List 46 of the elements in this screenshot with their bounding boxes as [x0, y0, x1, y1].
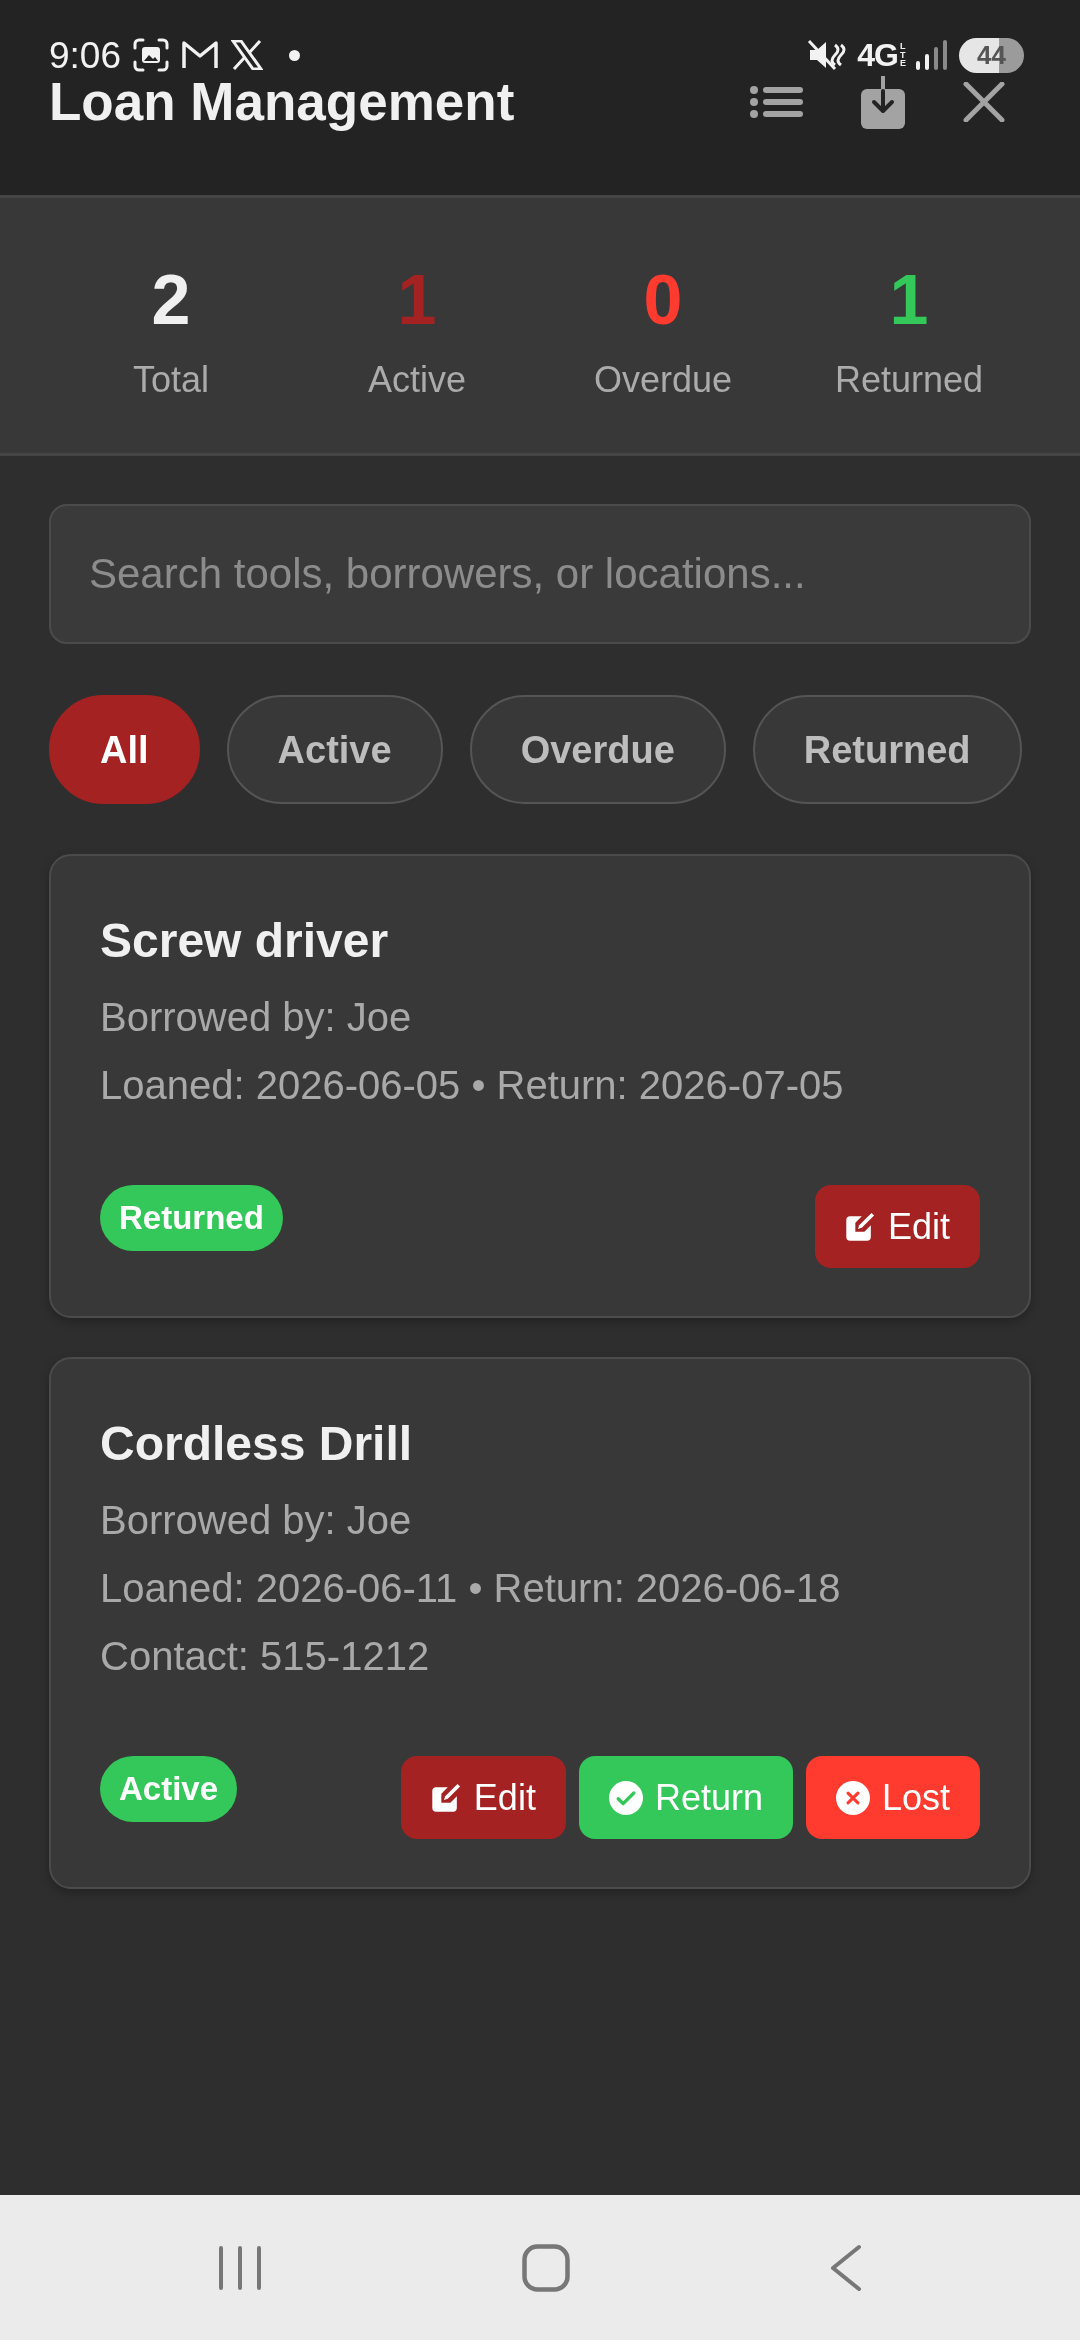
notification-dot-icon [289, 49, 300, 61]
app-title: Loan Management [49, 73, 515, 132]
recent-apps-icon[interactable] [218, 2244, 262, 2291]
loan-detail: Borrowed by: Joe [100, 1497, 413, 1544]
mute-icon [807, 39, 848, 71]
home-icon[interactable] [522, 2243, 570, 2292]
search-field[interactable]: Search tools, borrowers, or locations... [49, 504, 1031, 644]
m-logo-icon [181, 40, 219, 70]
stat-value: 0 [642, 265, 684, 335]
edit-icon [430, 1782, 462, 1813]
network-detail: LTE [900, 42, 905, 68]
status-tag: Returned [100, 1185, 283, 1251]
edit-icon [844, 1211, 876, 1242]
filter-tab[interactable]: Overdue [469, 695, 726, 804]
stat-value: 1 [396, 265, 438, 335]
filter-tab[interactable]: Active [226, 695, 443, 804]
edit-button[interactable]: Edit [814, 1185, 980, 1268]
close-icon[interactable] [963, 82, 1005, 123]
x-circle-icon [835, 1780, 870, 1815]
filter-tab[interactable]: All [49, 695, 200, 804]
loan-detail: Loaned: 2026-06-11 • Return: 2026-06-18 [100, 1565, 842, 1612]
stat-label: Total [131, 358, 210, 401]
back-icon[interactable] [830, 2243, 862, 2292]
loan-detail: Borrowed by: Joe [100, 994, 413, 1041]
loan-detail: Contact: 515-1212 [100, 1633, 431, 1680]
screenshot-icon [133, 38, 169, 72]
stat-value: 1 [888, 265, 930, 335]
list-icon[interactable] [750, 86, 803, 119]
status-tag: Active [100, 1756, 238, 1822]
check-circle-icon [608, 1780, 643, 1815]
signal-icon [915, 39, 949, 71]
loan-title: Cordless Drill [100, 1416, 414, 1472]
lost-button[interactable]: Lost [805, 1756, 980, 1839]
battery-level: 44 [959, 37, 1024, 73]
network-type: 4G [857, 39, 898, 71]
stat-label: Active [366, 358, 467, 401]
stat-label: Overdue [592, 358, 734, 401]
x-logo-icon [231, 40, 263, 70]
download-icon[interactable] [861, 75, 905, 130]
filter-tab[interactable]: Returned [752, 695, 1022, 804]
loan-detail: Loaned: 2026-06-05 • Return: 2026-07-05 [100, 1062, 845, 1109]
stat-label: Returned [833, 358, 985, 401]
stat-value: 2 [150, 265, 192, 335]
clock-time: 9:06 [49, 36, 121, 74]
edit-button[interactable]: Edit [400, 1756, 566, 1839]
loan-title: Screw driver [100, 913, 390, 969]
